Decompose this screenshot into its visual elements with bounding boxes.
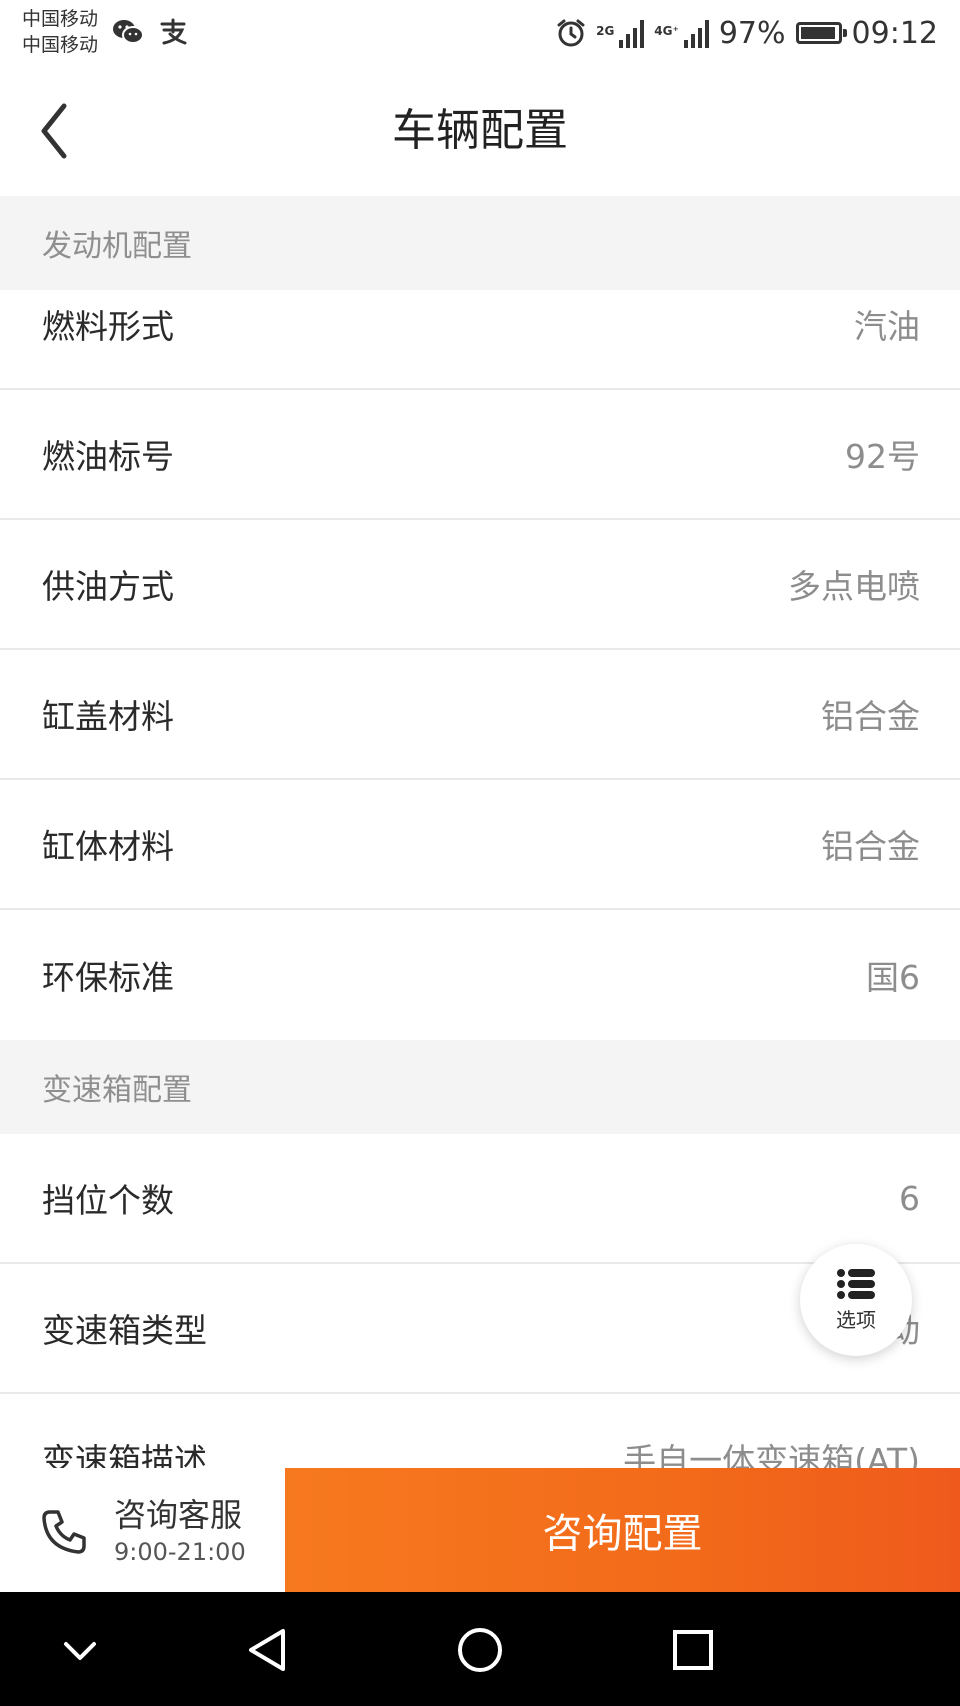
battery-percent: 97% bbox=[718, 15, 786, 51]
row-value: 6 bbox=[899, 1178, 920, 1218]
section-header-engine: 发动机配置 bbox=[0, 196, 960, 290]
row-label: 缸盖材料 bbox=[42, 697, 174, 736]
battery-icon bbox=[795, 22, 847, 44]
recents-nav-button[interactable] bbox=[663, 1620, 723, 1680]
list-item: 挡位个数 6 bbox=[0, 1134, 960, 1264]
options-button[interactable]: 选项 bbox=[800, 1244, 912, 1356]
alarm-icon bbox=[557, 19, 585, 47]
signal-1: 2G bbox=[596, 18, 645, 48]
alipay-icon bbox=[160, 18, 187, 45]
row-label: 环保标准 bbox=[42, 958, 174, 997]
carrier-2: 中国移动 bbox=[22, 34, 99, 56]
row-label: 供油方式 bbox=[42, 567, 174, 606]
carrier-1: 中国移动 bbox=[22, 8, 99, 30]
row-label: 挡位个数 bbox=[42, 1181, 174, 1220]
list-item: 供油方式 多点电喷 bbox=[0, 520, 960, 650]
section-header-transmission: 变速箱配置 bbox=[0, 1040, 960, 1134]
row-label: 燃油标号 bbox=[42, 437, 174, 476]
row-value: 多点电喷 bbox=[788, 567, 920, 606]
row-label: 变速箱类型 bbox=[42, 1311, 207, 1350]
list-item: 燃油标号 92号 bbox=[0, 390, 960, 520]
chevron-down-icon bbox=[64, 1642, 96, 1660]
list-item: 燃料形式 汽油 bbox=[0, 290, 960, 390]
network-type-2: 4G⁺ bbox=[654, 24, 679, 38]
consult-config-button[interactable]: 咨询配置 bbox=[285, 1468, 960, 1592]
home-nav-button[interactable] bbox=[450, 1620, 510, 1680]
notification-icons bbox=[112, 18, 188, 46]
row-value: 国6 bbox=[866, 958, 920, 997]
list-item: 缸体材料 铝合金 bbox=[0, 780, 960, 910]
battery-fill bbox=[800, 27, 836, 39]
row-value: 铝合金 bbox=[821, 697, 920, 736]
service-hours: 9:00-21:00 bbox=[114, 1538, 246, 1566]
clock: 09:12 bbox=[851, 15, 938, 51]
status-indicators: 2G 4G⁺ 97% 09:12 bbox=[556, 12, 938, 54]
back-nav-button[interactable] bbox=[238, 1620, 298, 1680]
page-title: 车辆配置 bbox=[392, 105, 568, 156]
options-label: 选项 bbox=[836, 1307, 876, 1332]
square-recents-icon bbox=[673, 1630, 713, 1670]
nav-bar: 车辆配置 bbox=[0, 66, 960, 196]
system-nav-bar bbox=[0, 1592, 960, 1706]
hide-nav-button[interactable] bbox=[50, 1620, 110, 1680]
status-bar: 中国移动 中国移动 2G 4G⁺ 97% 09:12 bbox=[0, 0, 960, 66]
wechat-icon bbox=[113, 20, 144, 44]
circle-home-icon bbox=[458, 1628, 502, 1672]
row-value: 92号 bbox=[845, 437, 920, 476]
list-icon bbox=[837, 1268, 875, 1299]
list-item: 环保标准 国6 bbox=[0, 910, 960, 1040]
triangle-back-icon bbox=[249, 1629, 285, 1671]
row-value: 汽油 bbox=[854, 307, 920, 346]
service-title: 咨询客服 bbox=[114, 1496, 243, 1534]
action-bar: 咨询客服 9:00-21:00 咨询配置 bbox=[0, 1468, 960, 1592]
row-label: 缸体材料 bbox=[42, 827, 174, 866]
carrier-info: 中国移动 中国移动 bbox=[22, 6, 98, 58]
customer-service-button[interactable]: 咨询客服 9:00-21:00 bbox=[0, 1468, 285, 1592]
row-value: 铝合金 bbox=[821, 827, 920, 866]
signal-2: 4G⁺ bbox=[654, 18, 709, 48]
row-label: 燃料形式 bbox=[42, 307, 174, 346]
list-item: 缸盖材料 铝合金 bbox=[0, 650, 960, 780]
network-type-1: 2G bbox=[596, 24, 615, 38]
phone-icon bbox=[42, 1510, 86, 1554]
